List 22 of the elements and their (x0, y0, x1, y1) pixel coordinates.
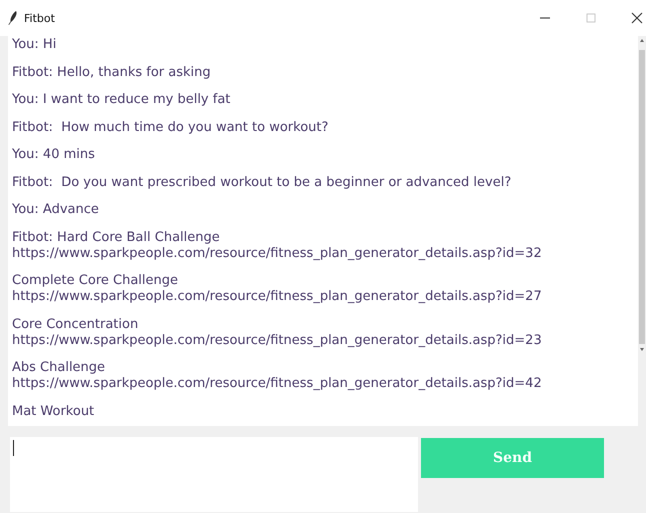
feather-icon (8, 11, 18, 25)
chat-message: Complete Core Challenge (12, 273, 178, 289)
chat-message: Abs Challenge (12, 360, 106, 376)
chat-message: Mat Workout (12, 404, 94, 420)
chat-message: You: Advance (12, 202, 99, 218)
close-icon[interactable] (630, 11, 644, 25)
workout-url: https://www.sparkpeople.com/resource/fitness_plan_generator_details.asp?id=32 (12, 246, 542, 262)
workout-url: https://www.sparkpeople.com/resource/fitness_plan_generator_details.asp?id=23 (12, 332, 542, 348)
window-title: Fitbot (24, 12, 56, 24)
chat-message: Fitbot: Hello, thanks for asking (12, 64, 211, 80)
chat-message: You: Hi (12, 37, 56, 53)
workout-url: https://www.sparkpeople.com/resource/fitness_plan_generator_details.asp?id=42 (12, 376, 542, 392)
chat-message: You: I want to reduce my belly fat (12, 92, 230, 108)
maximize-icon[interactable] (584, 11, 598, 25)
send-button[interactable]: Send (421, 438, 604, 478)
workout-url: https://www.sparkpeople.com/resource/fitness_plan_generator_details.asp?id=27 (12, 289, 542, 305)
chat-message: Fitbot: Do you want prescribed workout to be a beginner or advanced level? (12, 174, 512, 190)
message-input-field[interactable] (10, 437, 418, 512)
chat-message: You: 40 mins (12, 147, 95, 163)
chat-message: Fitbot: How much time do you want to workout? (12, 120, 328, 136)
chat-message: Fitbot: Hard Core Ball Challenge (12, 230, 220, 246)
chat-message: Core Concentration (12, 316, 138, 332)
